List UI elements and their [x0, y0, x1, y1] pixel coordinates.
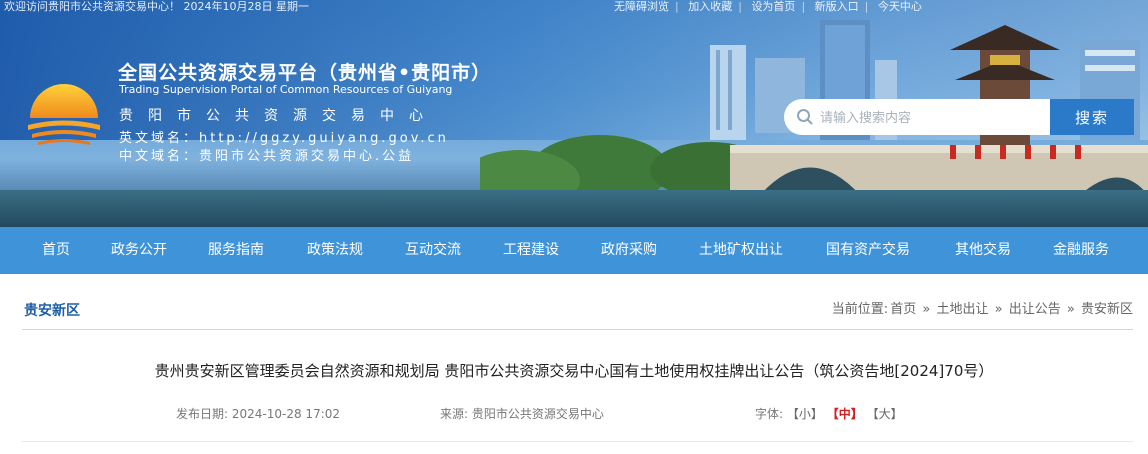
nav-interaction[interactable]: 互动交流 [405, 227, 461, 274]
font-medium-button[interactable]: 【中】 [827, 407, 863, 421]
search-button[interactable]: 搜索 [1050, 99, 1134, 135]
meta-divider [22, 441, 1133, 442]
font-large-button[interactable]: 【大】 [867, 407, 903, 421]
search-box [784, 99, 1050, 135]
accessibility-link[interactable]: 无障碍浏览 [614, 0, 669, 13]
top-bar: 欢迎访问贵阳市公共资源交易中心！ 2024年10月28日 星期一 无障碍浏览 | … [0, 0, 1148, 14]
publish-date: 发布日期: 2024-10-28 17:02 [176, 405, 340, 422]
breadcrumb: 当前位置: 首页 » 土地出让 » 出让公告 » 贵安新区 [831, 298, 1134, 317]
nav-service-guide[interactable]: 服务指南 [208, 227, 264, 274]
search-input[interactable] [818, 105, 1042, 131]
breadcrumb-separator: » [1066, 302, 1075, 317]
set-homepage-link[interactable]: 设为首页 [751, 0, 795, 13]
section-title: 贵安新区 [24, 303, 80, 319]
breadcrumb-home[interactable]: 首页 [890, 302, 916, 317]
search-icon [797, 109, 813, 125]
nav-procurement[interactable]: 政府采购 [601, 227, 657, 274]
breadcrumb-current[interactable]: 贵安新区 [1081, 302, 1133, 317]
section-divider [22, 329, 1133, 330]
domain-cn: 中文域名：贵阳市公共资源交易中心.公益 [119, 149, 415, 164]
breadcrumb-separator: » [994, 302, 1003, 317]
org-name: 贵阳市公共资源交易中心 [119, 108, 438, 124]
breadcrumb-land-transfer[interactable]: 土地出让 [936, 302, 988, 317]
source-value: 贵阳市公共资源交易中心 [471, 407, 604, 421]
main-nav: 首页 政务公开 服务指南 政策法规 互动交流 工程建设 政府采购 土地矿权出让 … [0, 227, 1148, 274]
source: 来源: 贵阳市公共资源交易中心 [440, 405, 604, 422]
font-label: 字体: [755, 407, 784, 421]
nav-policy[interactable]: 政策法规 [307, 227, 363, 274]
site-title-en: Trading Supervision Portal of Common Res… [119, 83, 453, 96]
nav-finance[interactable]: 金融服务 [1053, 227, 1109, 274]
welcome-text: 欢迎访问贵阳市公共资源交易中心！ 2024年10月28日 星期一 [4, 0, 309, 13]
breadcrumb-separator: » [922, 302, 931, 317]
new-version-link[interactable]: 新版入口 [815, 0, 859, 13]
domain-en: 英文域名：http://ggzy.guiyang.gov.cn [119, 131, 449, 146]
publish-date-value: 2024-10-28 17:02 [231, 407, 341, 421]
font-small-button[interactable]: 【小】 [787, 407, 823, 421]
publish-label: 发布日期: [176, 407, 229, 421]
breadcrumb-announcement[interactable]: 出让公告 [1009, 302, 1061, 317]
nav-state-assets[interactable]: 国有资产交易 [826, 227, 910, 274]
river [0, 190, 1148, 227]
header-banner: 欢迎访问贵阳市公共资源交易中心！ 2024年10月28日 星期一 无障碍浏览 | … [0, 0, 1148, 227]
nav-construction[interactable]: 工程建设 [503, 227, 559, 274]
breadcrumb-prefix: 当前位置: [831, 302, 889, 317]
font-size-control: 字体: 【小】 【中】 【大】 [755, 405, 903, 422]
add-favorite-link[interactable]: 加入收藏 [688, 0, 732, 13]
today-center-link[interactable]: 今天中心 [878, 0, 922, 13]
site-title: 全国公共资源交易平台（贵州省•贵阳市） [118, 62, 492, 84]
nav-land-mining[interactable]: 土地矿权出让 [699, 227, 783, 274]
site-logo-icon [28, 84, 100, 145]
top-links: 无障碍浏览 | 加入收藏 | 设为首页 | 新版入口 | 今天中心 [614, 0, 922, 13]
nav-gov-affairs[interactable]: 政务公开 [111, 227, 167, 274]
source-label: 来源: [440, 407, 469, 421]
article-title: 贵州贵安新区管理委员会自然资源和规划局 贵阳市公共资源交易中心国有土地使用权挂牌… [154, 362, 994, 380]
nav-home[interactable]: 首页 [42, 227, 70, 274]
nav-other-trade[interactable]: 其他交易 [955, 227, 1011, 274]
